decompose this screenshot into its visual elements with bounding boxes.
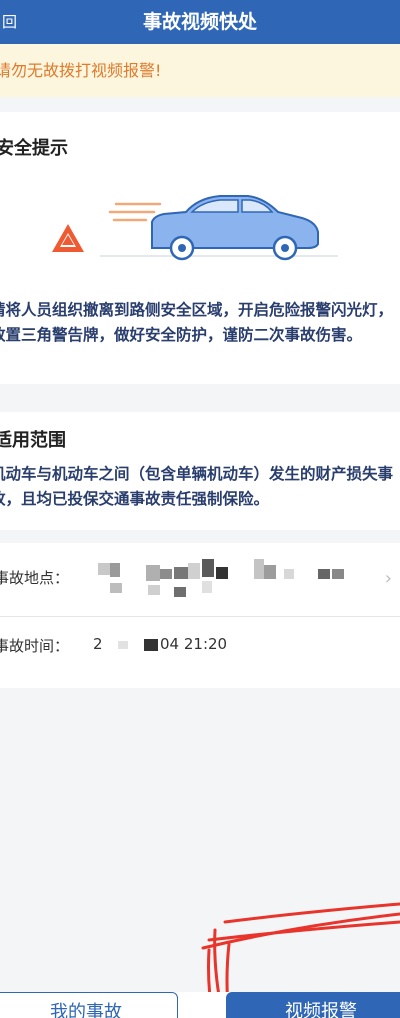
accident-time-prefix: 2 <box>93 635 103 653</box>
warning-triangle-icon <box>52 224 84 252</box>
bottom-action-bar: 我的事故 视频报警 <box>0 992 400 1018</box>
redacted-location-value <box>98 559 344 597</box>
scope-text: 机动车与机动车之间（包含单辆机动车）发生的财产损失事故，且均已投保交通事故责任强… <box>0 465 394 508</box>
my-accidents-button[interactable]: 我的事故 <box>0 992 178 1018</box>
accident-time-label: 事故时间： <box>0 637 70 655</box>
page-title: 事故视频快处 <box>142 11 257 33</box>
scope-card: 适用范围 机动车与机动车之间（包含单辆机动车）发生的财产损失事故，且均已投保交通… <box>0 412 400 530</box>
speed-lines-icon <box>108 202 162 222</box>
accident-time-value: 04 21:20 <box>160 635 228 653</box>
warning-banner: 请勿无故拨打视频报警! <box>0 44 400 97</box>
safety-tips-title: 安全提示 <box>0 138 68 159</box>
warning-text: 请勿无故拨打视频报警! <box>0 61 162 80</box>
chevron-right-icon[interactable]: › <box>385 568 392 589</box>
accident-info-card: 事故地点： › 事故时间： 2 04 21:20 <box>0 543 400 688</box>
car-icon <box>151 195 319 261</box>
redacted-date-value <box>118 639 158 651</box>
accident-time-row[interactable]: 事故时间： 2 04 21:20 <box>0 616 400 688</box>
top-bar: 回 事故视频快处 <box>0 0 400 44</box>
accident-location-row[interactable]: 事故地点： › <box>0 543 400 615</box>
video-report-button[interactable]: 视频报警 <box>226 992 400 1018</box>
safety-tips-card: 安全提示 请将人员组织撤离到路侧安全区域，开启危险报警闪光灯，放置三角警告牌，做… <box>0 112 400 384</box>
car-illustration <box>52 195 338 261</box>
safety-tips-text: 请将人员组织撤离到路侧安全区域，开启危险报警闪光灯，放置三角警告牌，做好安全防护… <box>0 301 394 344</box>
accident-location-label: 事故地点： <box>0 569 70 587</box>
scope-title: 适用范围 <box>0 430 66 451</box>
